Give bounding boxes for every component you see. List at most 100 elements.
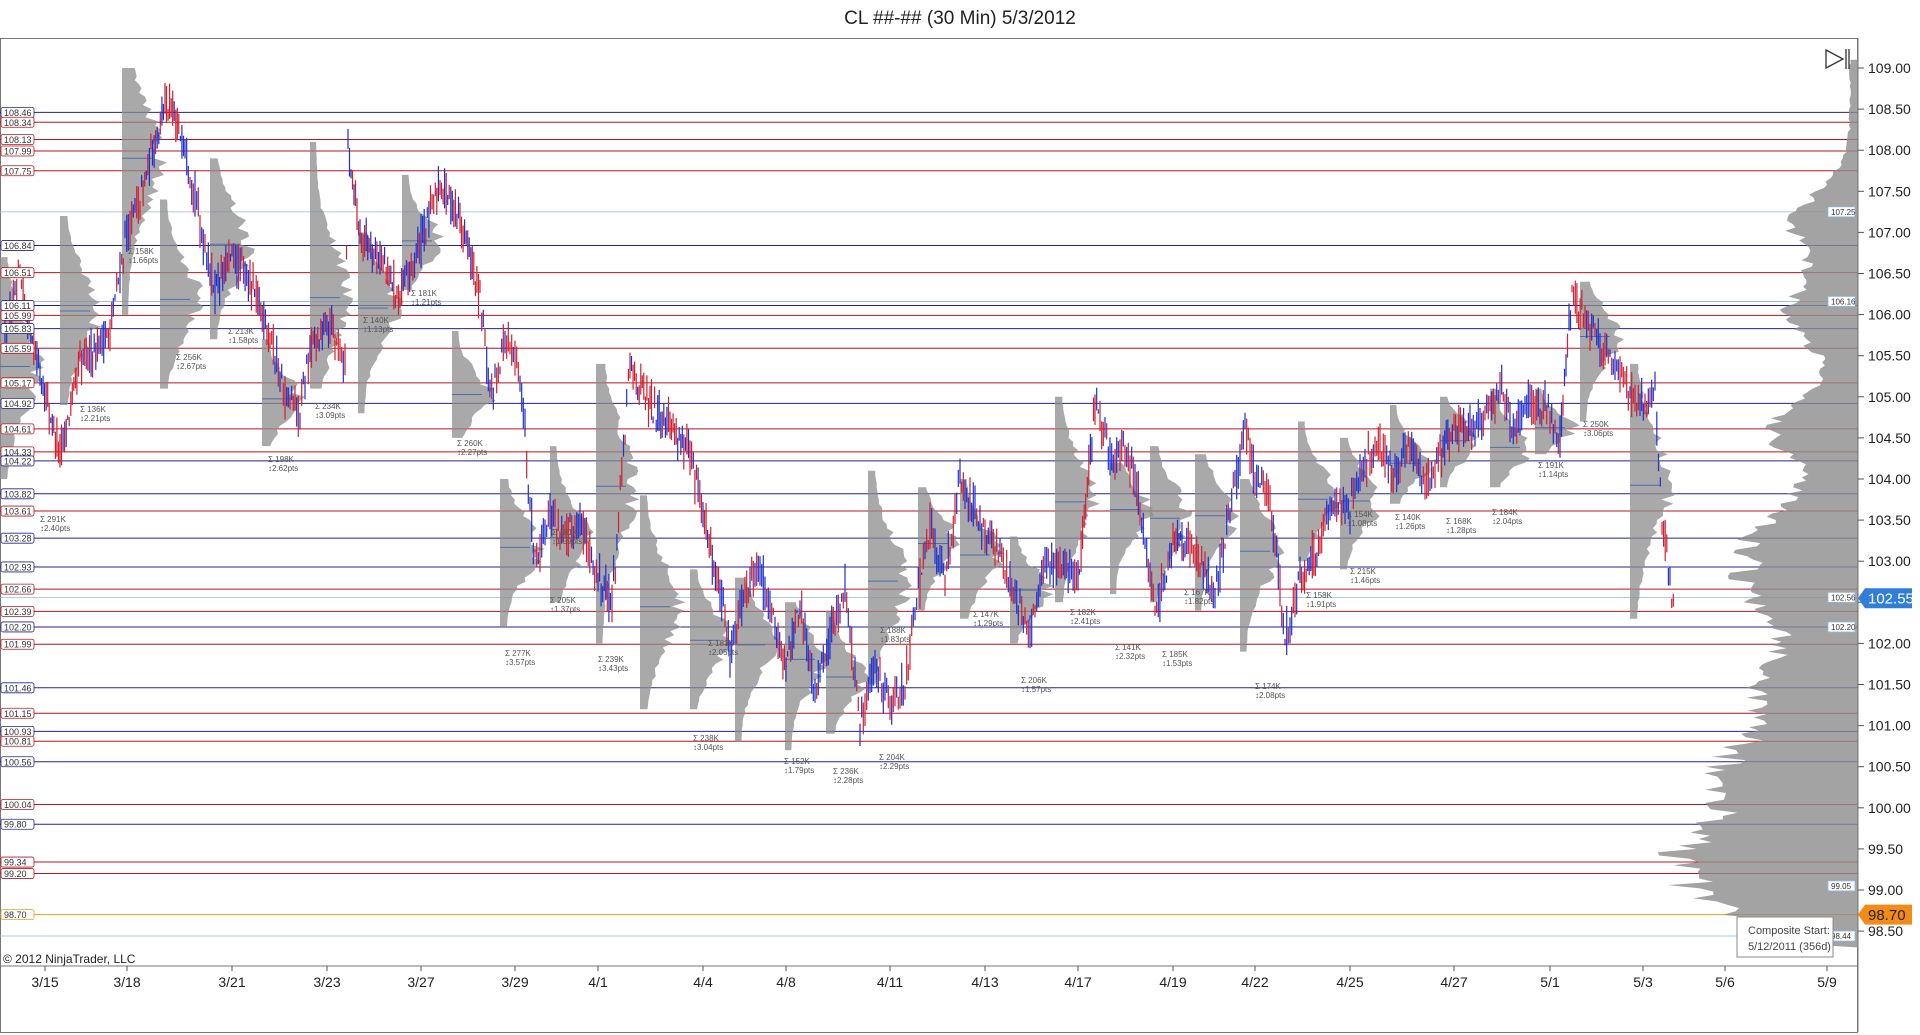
x-tick-label-18: 5/6 — [1715, 974, 1735, 990]
composite-profile-shape — [1657, 59, 1858, 948]
session-range-1: ↕2.21pts — [80, 414, 110, 423]
level-label-24: 101.46 — [4, 683, 32, 693]
session-range-0: ↕2.40pts — [40, 524, 70, 533]
session-volume-24: Σ 185K — [1162, 650, 1189, 659]
right-tag-label-2: 102.56 — [1831, 593, 1856, 602]
session-volume-18: Σ 204K — [879, 753, 906, 762]
session-range-20: ↕1.29pts — [973, 619, 1003, 628]
session-range-13: ↕1.59pts — [552, 537, 582, 546]
level-label-0: 108.46 — [4, 108, 32, 118]
session-range-11: ↕1.37pts — [550, 605, 580, 614]
level-label-13: 104.61 — [4, 424, 32, 434]
last-price-label: 102.55 — [1868, 591, 1914, 608]
session-range-27: ↕1.91pts — [1306, 600, 1336, 609]
y-tick-label-18: 107.50 — [1868, 183, 1911, 199]
x-tick-label-3: 3/23 — [313, 974, 340, 990]
last-price-tag: 102.55 — [1858, 588, 1914, 609]
chart-svg[interactable]: Σ 291K↕2.40ptsΣ 136K↕2.21ptsΣ 158K↕1.66p… — [0, 0, 1920, 1035]
session-range-28: ↕1.46pts — [1350, 576, 1380, 585]
level-labels: 108.46108.34 108.13 107.99 107.75 106.84 106.… — [0, 106, 35, 920]
level-label-5: 106.84 — [4, 241, 32, 251]
session-volume-26: Σ 174K — [1255, 682, 1282, 691]
y-tick-label-12: 104.50 — [1868, 430, 1911, 446]
session-range-4: ↕1.58pts — [228, 336, 258, 345]
x-tick-label-10: 4/13 — [971, 974, 998, 990]
level-label-23: 101.99 — [4, 640, 32, 650]
y-tick-label-11: 104.00 — [1868, 471, 1911, 487]
x-tick-label-1: 3/18 — [113, 974, 140, 990]
session-volume-11: Σ 205K — [550, 596, 577, 605]
y-tick-label-13: 105.00 — [1868, 389, 1911, 405]
y-tick-label-5: 101.00 — [1868, 718, 1911, 734]
x-tick-label-15: 4/27 — [1440, 974, 1467, 990]
session-range-31: ↕1.28pts — [1446, 526, 1476, 535]
y-tick-label-6: 101.50 — [1868, 677, 1911, 693]
session-volume-6: Σ 234K — [315, 402, 342, 411]
x-tick-label-14: 4/25 — [1336, 974, 1363, 990]
y-tick-label-9: 103.00 — [1868, 553, 1911, 569]
right-tag-label-3: 102.20 — [1831, 623, 1856, 632]
session-profile-1 — [60, 216, 102, 405]
level-label-15: 104.22 — [4, 456, 32, 466]
level-label-1: 108.34 — [4, 118, 32, 128]
session-volume-0: Σ 291K — [40, 515, 67, 524]
session-range-26: ↕2.08pts — [1255, 691, 1285, 700]
y-tick-label-4: 100.50 — [1868, 759, 1911, 775]
alert-price-label: 98.70 — [1868, 907, 1906, 924]
y-tick-label-17: 107.00 — [1868, 224, 1911, 240]
session-volume-10: Σ 277K — [505, 649, 532, 658]
level-label-20: 102.66 — [4, 585, 32, 595]
session-volume-28: Σ 215K — [1350, 567, 1377, 576]
session-volume-19: Σ 188K — [880, 626, 907, 635]
x-tick-label-4: 3/27 — [407, 974, 434, 990]
session-profile-23 — [1110, 462, 1154, 595]
right-tag-label-5: 98.44 — [1831, 932, 1852, 941]
session-volume-17: Σ 236K — [833, 767, 860, 776]
y-tick-label-16: 106.50 — [1868, 266, 1911, 282]
session-volume-23: Σ 141K — [1115, 643, 1142, 652]
level-label-17: 103.61 — [4, 507, 32, 517]
level-label-2: 108.13 — [4, 135, 32, 145]
composite-box-line2: 5/12/2011 (356d) — [1748, 941, 1831, 953]
session-volume-33: Σ 191K — [1538, 461, 1565, 470]
session-range-6: ↕3.09pts — [315, 411, 345, 420]
session-profile-13 — [640, 495, 686, 710]
scroll-end-icon[interactable] — [1825, 48, 1850, 70]
session-range-7: ↕1.13pts — [363, 325, 393, 334]
session-volume-27: Σ 158K — [1306, 591, 1333, 600]
session-volume-30: Σ 140K — [1395, 513, 1422, 522]
session-range-33: ↕1.14pts — [1538, 470, 1568, 479]
session-volume-9: Σ 260K — [457, 439, 484, 448]
x-tick-label-2: 3/21 — [218, 974, 245, 990]
session-range-25: ↕1.82pts — [1184, 597, 1214, 606]
session-profile-24 — [1150, 446, 1193, 603]
level-label-28: 100.56 — [4, 757, 32, 767]
session-range-3: ↕2.67pts — [176, 362, 206, 371]
session-range-14: ↕3.04pts — [693, 743, 723, 752]
level-label-3: 107.99 — [4, 147, 32, 157]
x-tick-label-16: 5/1 — [1540, 974, 1560, 990]
session-range-21: ↕1.57pts — [1021, 685, 1051, 694]
session-range-8: ↕1.21pts — [411, 298, 441, 307]
level-label-16: 103.82 — [4, 489, 32, 499]
session-range-15: ↕2.05pts — [708, 648, 738, 657]
level-label-33: 98.70 — [4, 910, 27, 920]
x-tick-label-19: 5/9 — [1817, 974, 1837, 990]
y-tick-label-3: 100.00 — [1868, 800, 1911, 816]
alert-price-tag: 98.70 — [1858, 904, 1912, 925]
x-tick-label-5: 3/29 — [501, 974, 528, 990]
level-label-18: 103.28 — [4, 534, 32, 544]
y-tick-label-14: 105.50 — [1868, 348, 1911, 364]
level-label-6: 106.51 — [4, 268, 32, 278]
session-volume-13: Σ 181K — [552, 528, 579, 537]
x-tick-label-17: 5/3 — [1633, 974, 1653, 990]
y-tick-label-2: 99.50 — [1868, 841, 1903, 857]
session-range-2: ↕1.66pts — [128, 256, 158, 265]
time-axis: 3/15 3/18 3/21 3/23 3/27 3/29 4/1 4/4 4/8 4/11 4/1… — [31, 966, 1837, 990]
session-range-23: ↕2.32pts — [1115, 652, 1145, 661]
y-tick-label-20: 108.50 — [1868, 101, 1911, 117]
session-range-5: ↕2.62pts — [268, 464, 298, 473]
right-tag-label-0: 107.25 — [1831, 208, 1856, 217]
y-tick-label-0: 98.50 — [1868, 923, 1903, 939]
x-tick-label-13: 4/22 — [1241, 974, 1268, 990]
